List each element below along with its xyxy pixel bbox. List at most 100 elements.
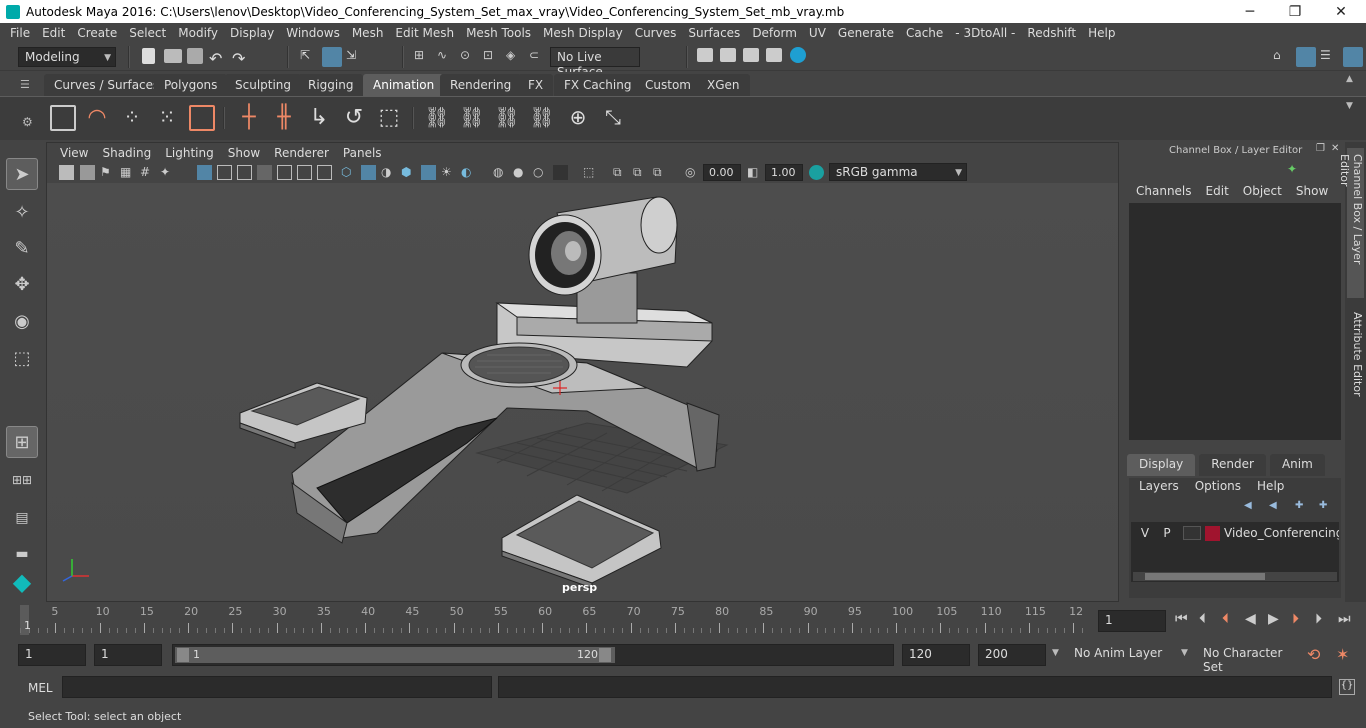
chevron-down-icon[interactable]: ▼ [1052, 648, 1059, 658]
channel-box-options-icon[interactable]: ✦ [1287, 162, 1297, 176]
shelf-tab-sculpting[interactable]: Sculpting [225, 74, 302, 96]
layer-name[interactable]: Video_Conferencing_S [1224, 526, 1339, 540]
orient-constraint-icon[interactable]: ⛓ [494, 105, 520, 131]
time-ruler[interactable]: 5 10 15 20 25 30 35 40 45 50 55 60 65 70 75 80 85 90 95 100… [20, 603, 1092, 637]
menu-surfaces[interactable]: Surfaces [682, 26, 746, 40]
render-current-frame-icon[interactable] [720, 48, 736, 62]
live-surface-field[interactable]: No Live Surface [550, 47, 640, 79]
undo-icon[interactable]: ↶ [209, 49, 227, 68]
menu-deform[interactable]: Deform [746, 26, 803, 40]
single-perspective-layout-icon[interactable]: ⊞ [6, 426, 38, 458]
close-button[interactable]: ✕ [1318, 0, 1364, 23]
shelf-tab-rigging[interactable]: Rigging [298, 74, 364, 96]
restore-button[interactable]: ❐ [1272, 0, 1318, 23]
panel-menu-view[interactable]: View [53, 146, 95, 160]
select-by-hierarchy-icon[interactable]: ⇱ [300, 48, 318, 66]
grid-toggle-icon[interactable]: # [140, 165, 155, 180]
ipr-render-icon[interactable] [743, 48, 759, 62]
menu-select[interactable]: Select [123, 26, 172, 40]
menu-display[interactable]: Display [224, 26, 280, 40]
make-live-icon[interactable]: ◈ [506, 48, 524, 66]
screen-space-ao-icon[interactable]: ◐ [461, 165, 476, 180]
playback-end-field[interactable]: 120 [902, 644, 970, 666]
menu-create[interactable]: Create [71, 26, 123, 40]
play-backwards-icon[interactable]: ◀ [1245, 611, 1256, 627]
shelf-scroll-down-icon[interactable]: ▼ [1346, 101, 1364, 119]
xray-icon[interactable]: ⬚ [583, 165, 598, 180]
layer-type-toggle[interactable] [1183, 526, 1201, 540]
isolate-select-icon[interactable] [553, 165, 568, 180]
color-space-dropdown[interactable]: sRGB gamma ▼ [829, 163, 967, 181]
shelf-settings-icon[interactable]: ⚙ [22, 115, 40, 133]
layer-row[interactable]: V P Video_Conferencing_S [1131, 524, 1339, 544]
menu-generate[interactable]: Generate [832, 26, 900, 40]
shelf-tab-custom[interactable]: Custom [635, 74, 701, 96]
auto-key-icon[interactable]: ⟲ [1307, 645, 1320, 664]
xray-components-icon[interactable]: ⧉ [633, 165, 648, 180]
range-start-handle[interactable] [177, 648, 189, 662]
panel-menu-renderer[interactable]: Renderer [267, 146, 336, 160]
outliner-layout-icon[interactable]: ▤ [6, 502, 38, 534]
layer-list-scrollbar[interactable] [1133, 572, 1337, 581]
pole-vector-constraint-icon[interactable]: ⤡ [600, 105, 626, 131]
motion-blur-icon[interactable]: ◍ [493, 165, 508, 180]
menu-3dtoall[interactable]: - 3DtoAll - [949, 26, 1021, 40]
play-forwards-icon[interactable]: ▶ [1268, 611, 1279, 627]
menu-modify[interactable]: Modify [172, 26, 224, 40]
shelf-tab-animation[interactable]: Animation [363, 74, 445, 96]
menu-cache[interactable]: Cache [900, 26, 949, 40]
panel-menu-shading[interactable]: Shading [95, 146, 158, 160]
select-camera-icon[interactable] [59, 165, 74, 180]
minimize-button[interactable]: ─ [1227, 0, 1273, 23]
side-tab-channel-box[interactable]: Channel Box / Layer Editor [1338, 148, 1364, 298]
float-panel-icon[interactable]: ❐ [1316, 143, 1325, 154]
snap-point-icon[interactable]: ⊙ [460, 48, 478, 66]
image-plane-icon[interactable]: ▦ [120, 165, 135, 180]
gamma-icon[interactable]: ◧ [747, 165, 762, 180]
paint-select-tool-icon[interactable]: ✎ [6, 232, 38, 264]
shelf-scroll-up-icon[interactable]: ▲ [1346, 74, 1364, 92]
move-tool-icon[interactable]: ✥ [6, 268, 38, 300]
render-settings-icon[interactable] [766, 48, 782, 62]
tool-settings-icon[interactable]: ☰ [1320, 48, 1338, 66]
mel-label[interactable]: MEL [28, 681, 53, 695]
menu-file[interactable]: File [4, 26, 36, 40]
film-gate-icon[interactable]: ✦ [160, 165, 175, 180]
parent-constraint-icon[interactable]: ⛓ [424, 105, 450, 131]
script-editor-icon[interactable]: {} [1339, 679, 1355, 695]
scene-end-field[interactable]: 200 [978, 644, 1046, 666]
anim-layer-dropdown[interactable]: No Anim Layer [1068, 644, 1176, 666]
mel-command-input[interactable] [62, 676, 492, 698]
redo-icon[interactable]: ↷ [232, 49, 250, 68]
modeling-toolkit-icon[interactable]: ⌂ [1273, 48, 1291, 66]
panel-menu-show[interactable]: Show [221, 146, 267, 160]
set-key-icon[interactable]: ⁘ [119, 105, 145, 131]
go-to-end-icon[interactable]: ⏭ [1338, 611, 1351, 627]
close-panel-icon[interactable]: ✕ [1331, 143, 1339, 154]
camera-attributes-icon[interactable] [80, 165, 95, 180]
menu-help[interactable]: Help [1082, 26, 1121, 40]
channel-menu-show[interactable]: Show [1289, 184, 1335, 198]
xray-joints-icon[interactable]: ⧉ [613, 165, 628, 180]
menu-curves[interactable]: Curves [629, 26, 683, 40]
scale-constraint-icon[interactable]: ⛓ [529, 105, 555, 131]
layer-tab-render[interactable]: Render [1199, 454, 1266, 476]
current-frame-field[interactable]: 1 [1098, 610, 1166, 632]
step-forward-key-icon[interactable]: ⏵ [1292, 611, 1299, 627]
channel-box-icon[interactable] [1343, 47, 1363, 67]
shelf-tab-polygons[interactable]: Polygons [154, 74, 228, 96]
joint-tool-icon[interactable]: ╫ [271, 105, 297, 131]
channel-list[interactable] [1129, 203, 1341, 440]
anti-aliasing-icon[interactable]: ● [513, 165, 528, 180]
layer-menu-help[interactable]: Help [1249, 479, 1292, 493]
move-layer-up-icon[interactable]: ◀ [1244, 500, 1252, 511]
gate-mask-icon[interactable] [237, 165, 252, 180]
side-tab-attribute-editor[interactable]: Attribute Editor [1347, 306, 1364, 406]
snap-curve-icon[interactable]: ∿ [437, 48, 455, 66]
shadows-icon[interactable]: ☀ [441, 165, 456, 180]
panel-menu-panels[interactable]: Panels [336, 146, 389, 160]
depth-of-field-icon[interactable]: ○ [533, 165, 548, 180]
layer-tab-display[interactable]: Display [1127, 454, 1196, 476]
shelf-tab-rendering[interactable]: Rendering [440, 74, 522, 96]
channel-menu-edit[interactable]: Edit [1199, 184, 1236, 198]
